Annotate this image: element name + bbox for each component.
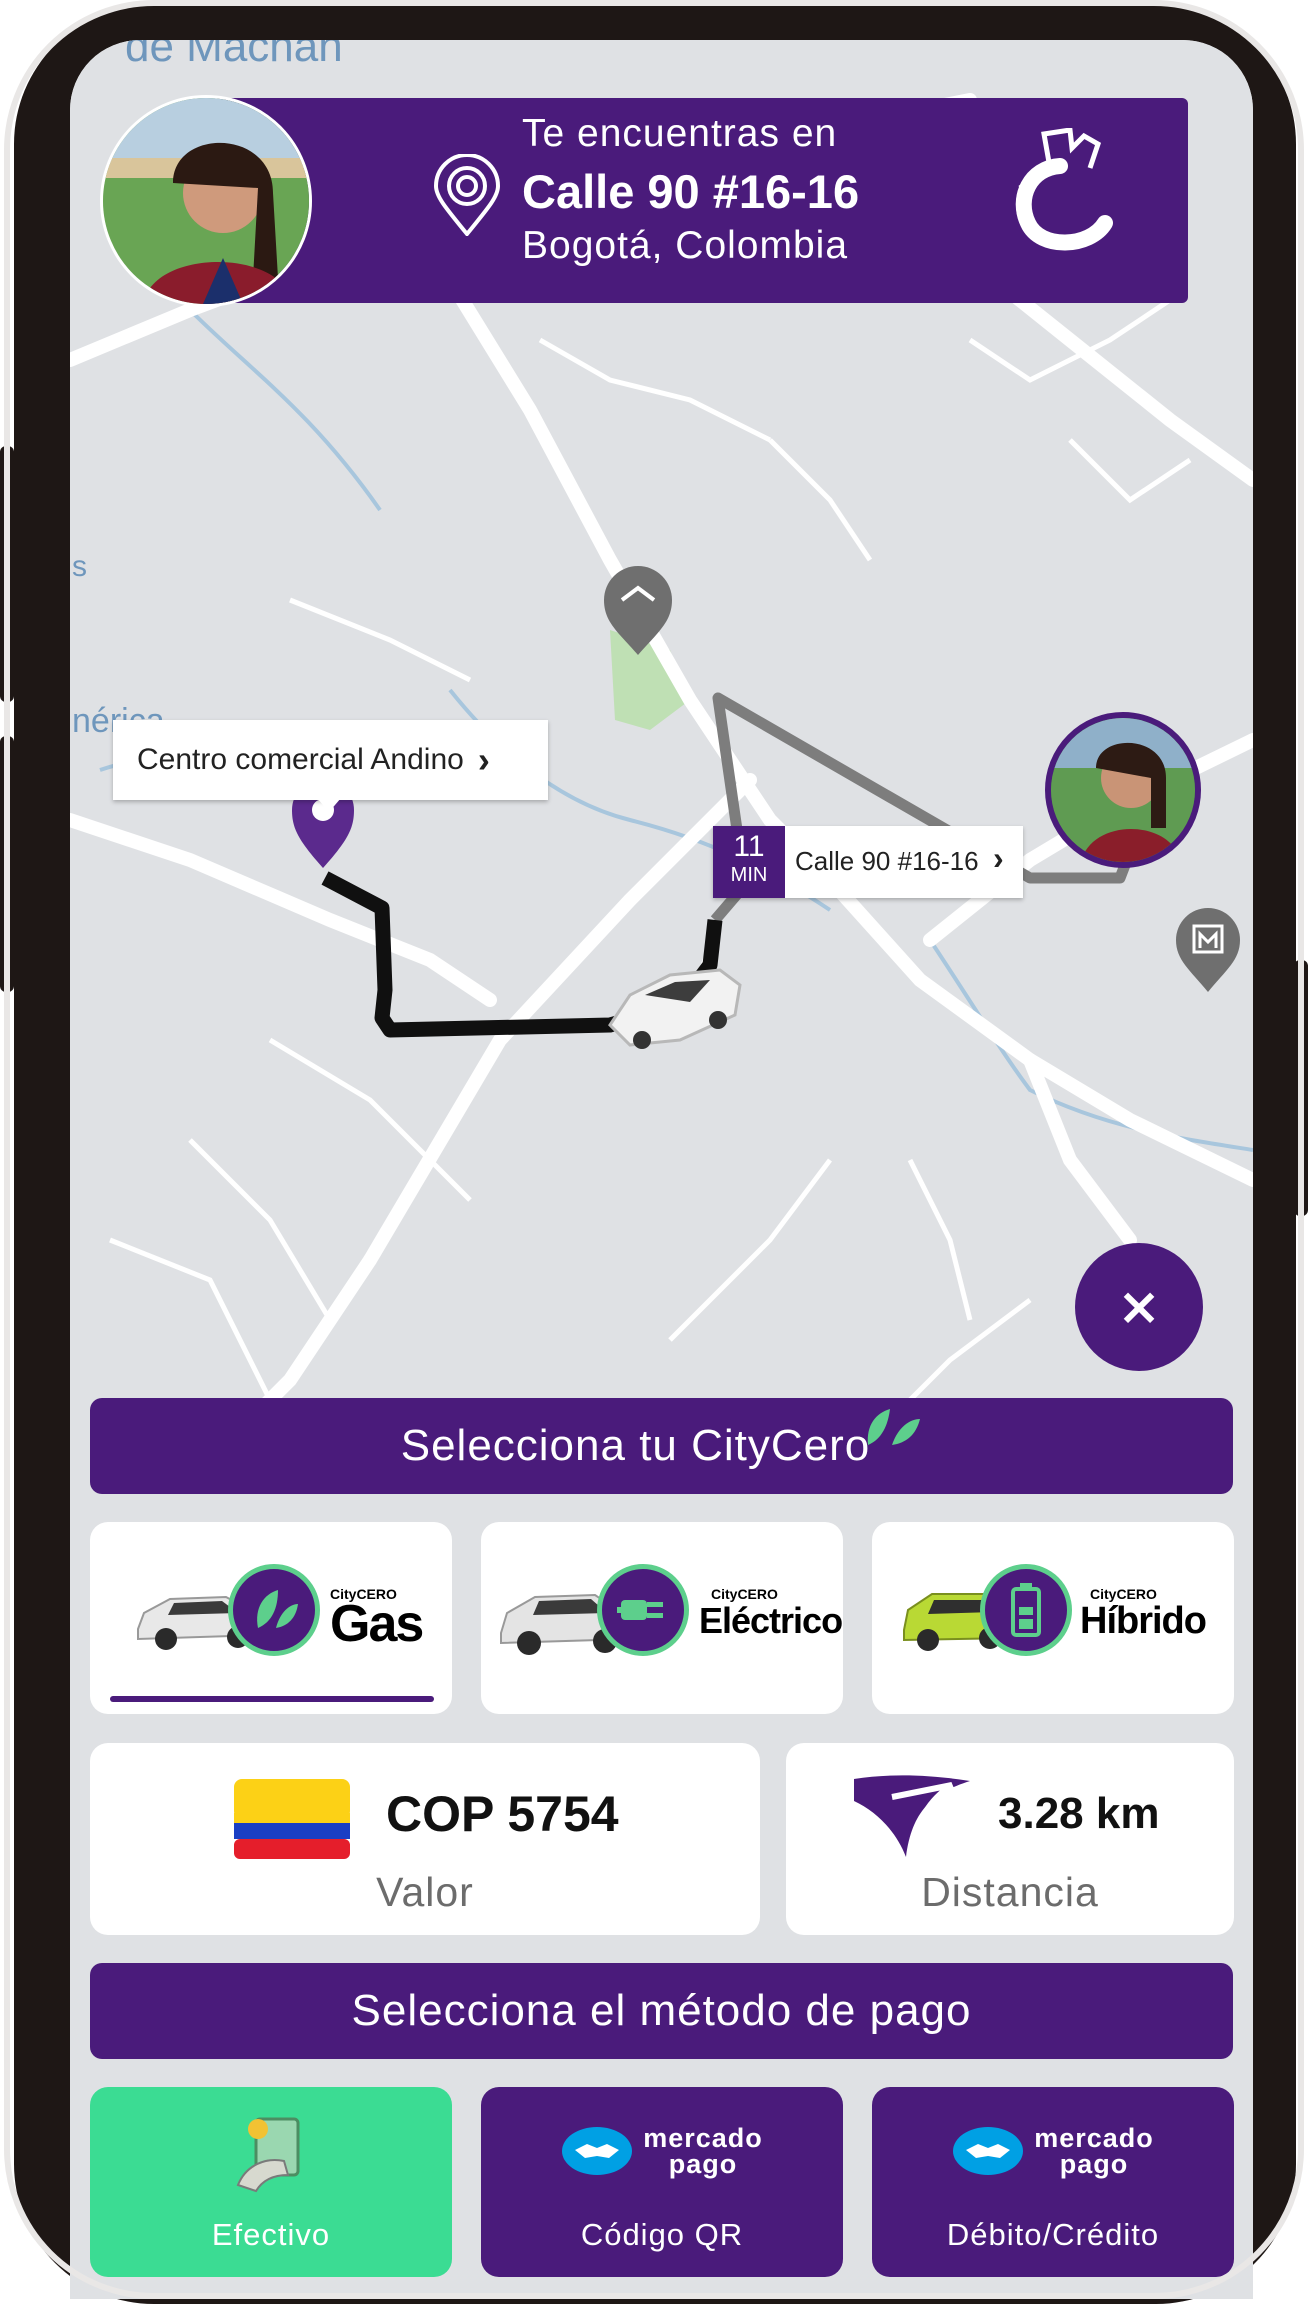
location-intro: Te encuentras en xyxy=(522,112,838,155)
hybrid-name: Híbrido xyxy=(1080,1600,1207,1642)
gas-leaf-icon xyxy=(228,1564,320,1656)
payment-title: Selecciona el método de pago xyxy=(351,1986,972,2035)
mercadopago-logo: mercado pago xyxy=(481,2123,843,2179)
distance-value: 3.28 km xyxy=(998,1789,1160,1838)
citycero-logo-icon xyxy=(1015,128,1113,251)
pay-card-button[interactable]: mercado pago Débito/Crédito xyxy=(872,2087,1234,2277)
destination-callout[interactable]: 11 MIN Calle 90 #16-16 › xyxy=(713,826,1023,898)
pay-card-label: Débito/Crédito xyxy=(946,2217,1160,2252)
volume-down-button xyxy=(0,736,14,992)
electric-name: Eléctrico xyxy=(699,1600,843,1641)
handshake-icon xyxy=(953,2127,1024,2175)
select-car-title-bar: Selecciona tu CityCero xyxy=(90,1398,1233,1494)
leaf-icon xyxy=(868,1409,921,1445)
distance-label: Distancia xyxy=(921,1869,1099,1915)
pay-cash-button[interactable]: Efectivo xyxy=(90,2087,452,2277)
car-option-gas[interactable]: CityCERO Gas xyxy=(90,1522,452,1714)
pay-qr-button[interactable]: mercado pago Código QR xyxy=(481,2087,843,2277)
mercadopago-logo: mercado pago xyxy=(872,2123,1234,2179)
road-icon xyxy=(854,1775,970,1857)
power-button xyxy=(1294,960,1308,1216)
user-avatar[interactable] xyxy=(100,95,312,307)
cash-icon xyxy=(236,2117,300,2193)
car-option-electric[interactable]: CityCERO Eléctrico xyxy=(481,1522,843,1714)
chevron-right-icon: › xyxy=(993,840,1004,876)
chevron-right-icon: › xyxy=(477,739,490,780)
map-label-left-1: s xyxy=(72,550,87,583)
selected-underline xyxy=(110,1696,434,1702)
pay-cash-label: Efectivo xyxy=(211,2217,331,2252)
app-screen: de Machan s nérica Centro comercial Andi… xyxy=(70,40,1253,2299)
close-button[interactable]: × xyxy=(1075,1243,1203,1371)
destination-callout-text: Calle 90 #16-16 xyxy=(795,846,979,876)
callout-pointer xyxy=(317,798,341,812)
map-view[interactable] xyxy=(70,40,1253,2299)
mp-line1: mercado xyxy=(1034,2123,1154,2153)
distance-card: 3.28 km Distancia xyxy=(786,1743,1234,1935)
price-value: COP 5754 xyxy=(386,1786,619,1842)
price-label: Valor xyxy=(376,1869,474,1915)
location-header: Te encuentras en Calle 90 #16-16 Bogotá,… xyxy=(210,98,1188,303)
location-pin-icon xyxy=(433,154,501,236)
current-address: Calle 90 #16-16 xyxy=(522,165,860,218)
colombia-flag-icon xyxy=(234,1779,350,1859)
eta-minutes: 11 xyxy=(733,830,765,863)
eta-unit: MIN xyxy=(730,864,768,886)
price-card: COP 5754 Valor xyxy=(90,1743,760,1935)
payment-title-bar: Selecciona el método de pago xyxy=(90,1963,1233,2059)
volume-up-button xyxy=(0,446,14,702)
origin-callout[interactable]: Centro comercial Andino › xyxy=(113,720,548,800)
user-map-avatar[interactable] xyxy=(1045,712,1201,868)
mp-line1: mercado xyxy=(643,2123,763,2153)
mp-line2: pago xyxy=(1059,2149,1129,2179)
map-label-top: de Machan xyxy=(125,40,343,71)
current-city: Bogotá, Colombia xyxy=(522,224,849,267)
origin-callout-text: Centro comercial Andino xyxy=(137,743,464,776)
handshake-icon xyxy=(562,2127,633,2175)
battery-icon xyxy=(980,1564,1072,1656)
mp-line2: pago xyxy=(668,2149,738,2179)
eta-badge: 11 MIN xyxy=(713,826,785,898)
gas-name: Gas xyxy=(330,1595,424,1653)
plug-icon xyxy=(597,1564,689,1656)
pay-qr-label: Código QR xyxy=(580,2217,744,2252)
select-car-title: Selecciona tu CityCero xyxy=(400,1421,871,1470)
car-option-hybrid[interactable]: CityCERO Híbrido xyxy=(872,1522,1234,1714)
